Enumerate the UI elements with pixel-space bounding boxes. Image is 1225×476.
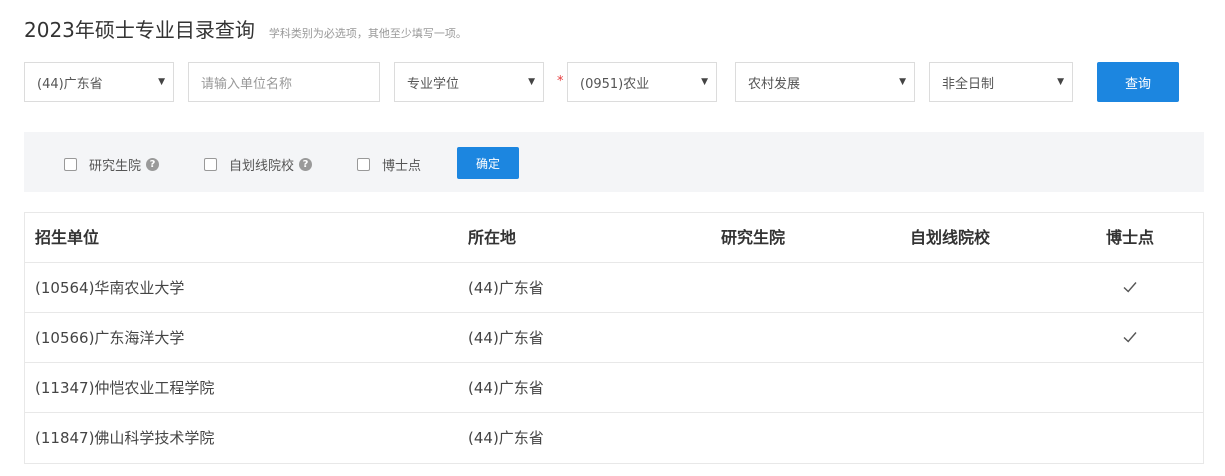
cell-unit[interactable]: (11847)佛山科学技术学院 <box>35 413 214 463</box>
grad-school-label: 研究生院 <box>89 159 142 174</box>
cell-unit[interactable]: (10564)华南农业大学 <box>35 263 184 313</box>
grad-school-checkbox[interactable] <box>64 158 77 171</box>
check-icon <box>1123 282 1137 293</box>
filter-grad-school[interactable]: 研究生院 ? <box>64 155 160 174</box>
header-location: 所在地 <box>468 228 517 247</box>
unit-name-placeholder: 请输入单位名称 <box>201 76 293 92</box>
header-grad-school: 研究生院 <box>721 228 786 247</box>
query-button[interactable]: 查询 <box>1097 62 1179 102</box>
question-circle-icon[interactable]: ? <box>146 158 160 171</box>
degree-type-select-value: 专业学位 <box>407 76 460 92</box>
doctoral-checkbox[interactable] <box>357 158 370 171</box>
cell-unit[interactable]: (10566)广东海洋大学 <box>35 313 184 363</box>
caret-down-icon: ▼ <box>528 77 535 87</box>
table-row[interactable]: (10566)广东海洋大学 (44)广东省 <box>25 313 1203 363</box>
header-unit: 招生单位 <box>35 228 100 247</box>
table-header-row: 招生单位 所在地 研究生院 自划线院校 博士点 <box>25 213 1203 263</box>
title-row: 2023年硕士专业目录查询 学科类别为必选项，其他至少填写一项。 <box>24 14 467 46</box>
degree-type-select[interactable]: 专业学位 ▼ <box>394 62 544 102</box>
doctoral-label: 博士点 <box>382 159 422 174</box>
check-icon <box>1123 332 1137 343</box>
page-hint: 学科类别为必选项，其他至少填写一项。 <box>268 27 467 40</box>
cell-unit[interactable]: (11347)仲恺农业工程学院 <box>35 363 214 413</box>
province-select[interactable]: (44)广东省 ▼ <box>24 62 174 102</box>
table-row[interactable]: (10564)华南农业大学 (44)广东省 <box>25 263 1203 313</box>
major-select-value: 农村发展 <box>748 76 801 92</box>
province-select-value: (44)广东省 <box>37 76 103 92</box>
major-select[interactable]: 农村发展 ▼ <box>735 62 915 102</box>
caret-down-icon: ▼ <box>899 77 906 87</box>
filter-panel: 研究生院 ? 自划线院校 ? 博士点 确定 <box>24 132 1204 192</box>
caret-down-icon: ▼ <box>1057 77 1064 87</box>
cell-location: (44)广东省 <box>468 429 544 447</box>
cell-location: (44)广东省 <box>468 379 544 397</box>
unit-name-input[interactable]: 请输入单位名称 <box>188 62 380 102</box>
page-title: 2023年硕士专业目录查询 <box>24 18 255 42</box>
confirm-button[interactable]: 确定 <box>457 147 519 179</box>
discipline-select-value: (0951)农业 <box>580 76 650 92</box>
caret-down-icon: ▼ <box>158 77 165 87</box>
caret-down-icon: ▼ <box>701 77 708 87</box>
cell-location: (44)广东省 <box>468 279 544 297</box>
question-circle-icon[interactable]: ? <box>299 158 313 171</box>
table-row[interactable]: (11847)佛山科学技术学院 (44)广东省 <box>25 413 1203 463</box>
study-mode-select[interactable]: 非全日制 ▼ <box>929 62 1073 102</box>
study-mode-select-value: 非全日制 <box>942 76 995 92</box>
discipline-select[interactable]: (0951)农业 ▼ <box>567 62 717 102</box>
header-self-line: 自划线院校 <box>910 228 991 247</box>
table-row[interactable]: (11347)仲恺农业工程学院 (44)广东省 <box>25 363 1203 413</box>
self-line-label: 自划线院校 <box>229 159 295 174</box>
filter-doctoral[interactable]: 博士点 <box>357 155 421 174</box>
required-mark: * <box>557 74 564 89</box>
filter-self-line[interactable]: 自划线院校 ? <box>204 155 313 174</box>
cell-location: (44)广东省 <box>468 329 544 347</box>
self-line-checkbox[interactable] <box>204 158 217 171</box>
header-doctoral: 博士点 <box>1106 228 1155 247</box>
results-table: 招生单位 所在地 研究生院 自划线院校 博士点 (10564)华南农业大学 (4… <box>24 212 1204 464</box>
